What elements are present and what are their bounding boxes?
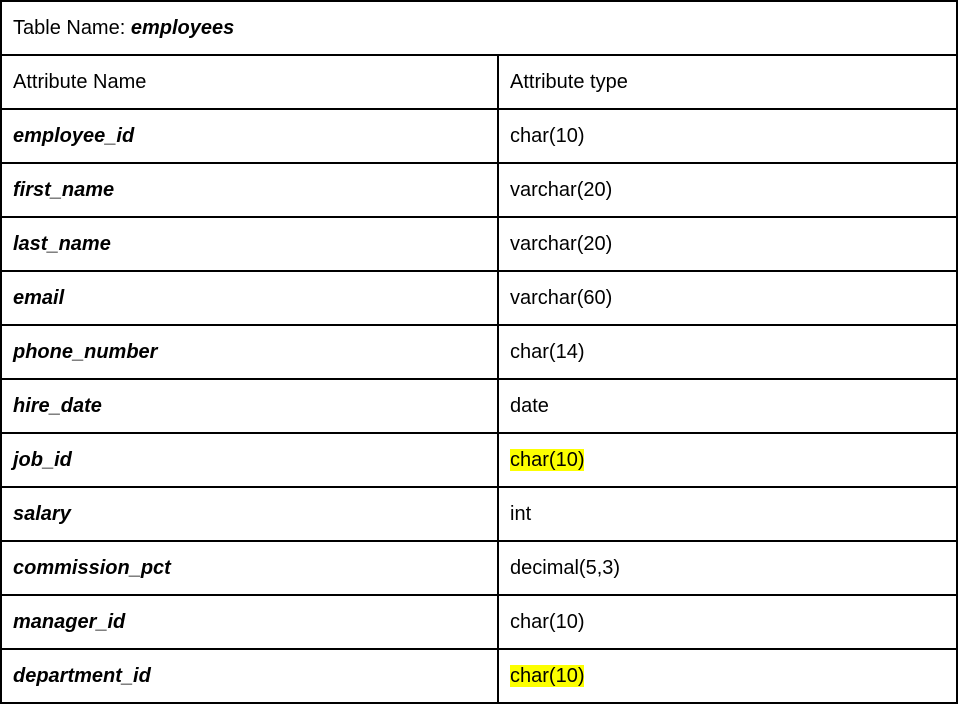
attribute-name: first_name <box>13 179 114 201</box>
attribute-name-cell: phone_number <box>1 325 498 379</box>
attribute-type-cell: char(10) <box>498 649 957 703</box>
attribute-type-cell: char(10) <box>498 433 957 487</box>
table-row: salary int <box>1 487 957 541</box>
attribute-type: char(10) <box>510 125 584 147</box>
attribute-name-cell: manager_id <box>1 595 498 649</box>
attribute-type: char(10) <box>510 665 584 687</box>
attribute-type-cell: varchar(60) <box>498 271 957 325</box>
attribute-type: date <box>510 395 549 417</box>
attribute-type: varchar(60) <box>510 287 612 309</box>
header-attribute-type: Attribute type <box>498 55 957 109</box>
attribute-type: varchar(20) <box>510 179 612 201</box>
attribute-name-cell: email <box>1 271 498 325</box>
table-title-cell: Table Name: employees <box>1 1 957 55</box>
attribute-name-cell: salary <box>1 487 498 541</box>
table-row: commission_pct decimal(5,3) <box>1 541 957 595</box>
table-row: email varchar(60) <box>1 271 957 325</box>
attribute-type: char(10) <box>510 449 584 471</box>
table-row: job_id char(10) <box>1 433 957 487</box>
attribute-name: email <box>13 287 64 309</box>
table-title-name: employees <box>131 17 234 39</box>
attribute-name: job_id <box>13 449 72 471</box>
attribute-type-cell: int <box>498 487 957 541</box>
table-row: manager_id char(10) <box>1 595 957 649</box>
attribute-name-cell: first_name <box>1 163 498 217</box>
table-row: department_id char(10) <box>1 649 957 703</box>
attribute-name: hire_date <box>13 395 102 417</box>
attribute-name: department_id <box>13 665 151 687</box>
table-row: first_name varchar(20) <box>1 163 957 217</box>
attribute-name: manager_id <box>13 611 125 633</box>
attribute-type-cell: char(14) <box>498 325 957 379</box>
attribute-type: char(14) <box>510 341 584 363</box>
attribute-type-cell: date <box>498 379 957 433</box>
attribute-type: varchar(20) <box>510 233 612 255</box>
table-row: employee_id char(10) <box>1 109 957 163</box>
attribute-name-cell: commission_pct <box>1 541 498 595</box>
attribute-name: last_name <box>13 233 111 255</box>
table-title-prefix: Table Name: <box>13 17 131 39</box>
attribute-name-cell: department_id <box>1 649 498 703</box>
table-row: hire_date date <box>1 379 957 433</box>
schema-table-wrapper: Table Name: employees Attribute Name Att… <box>0 0 958 704</box>
attribute-name-cell: job_id <box>1 433 498 487</box>
attribute-type-cell: char(10) <box>498 109 957 163</box>
attribute-type: decimal(5,3) <box>510 557 620 579</box>
attribute-name: commission_pct <box>13 557 171 579</box>
attribute-name-cell: last_name <box>1 217 498 271</box>
attribute-type: char(10) <box>510 611 584 633</box>
attribute-name-cell: hire_date <box>1 379 498 433</box>
schema-table: Table Name: employees Attribute Name Att… <box>0 0 958 704</box>
attribute-name: phone_number <box>13 341 157 363</box>
attribute-type: int <box>510 503 531 525</box>
attribute-name: employee_id <box>13 125 134 147</box>
attribute-name: salary <box>13 503 71 525</box>
attribute-type-cell: varchar(20) <box>498 163 957 217</box>
header-row: Attribute Name Attribute type <box>1 55 957 109</box>
table-title-row: Table Name: employees <box>1 1 957 55</box>
header-attribute-name: Attribute Name <box>1 55 498 109</box>
attribute-type-cell: varchar(20) <box>498 217 957 271</box>
attribute-type-cell: char(10) <box>498 595 957 649</box>
attribute-type-cell: decimal(5,3) <box>498 541 957 595</box>
attribute-name-cell: employee_id <box>1 109 498 163</box>
table-row: last_name varchar(20) <box>1 217 957 271</box>
table-row: phone_number char(14) <box>1 325 957 379</box>
